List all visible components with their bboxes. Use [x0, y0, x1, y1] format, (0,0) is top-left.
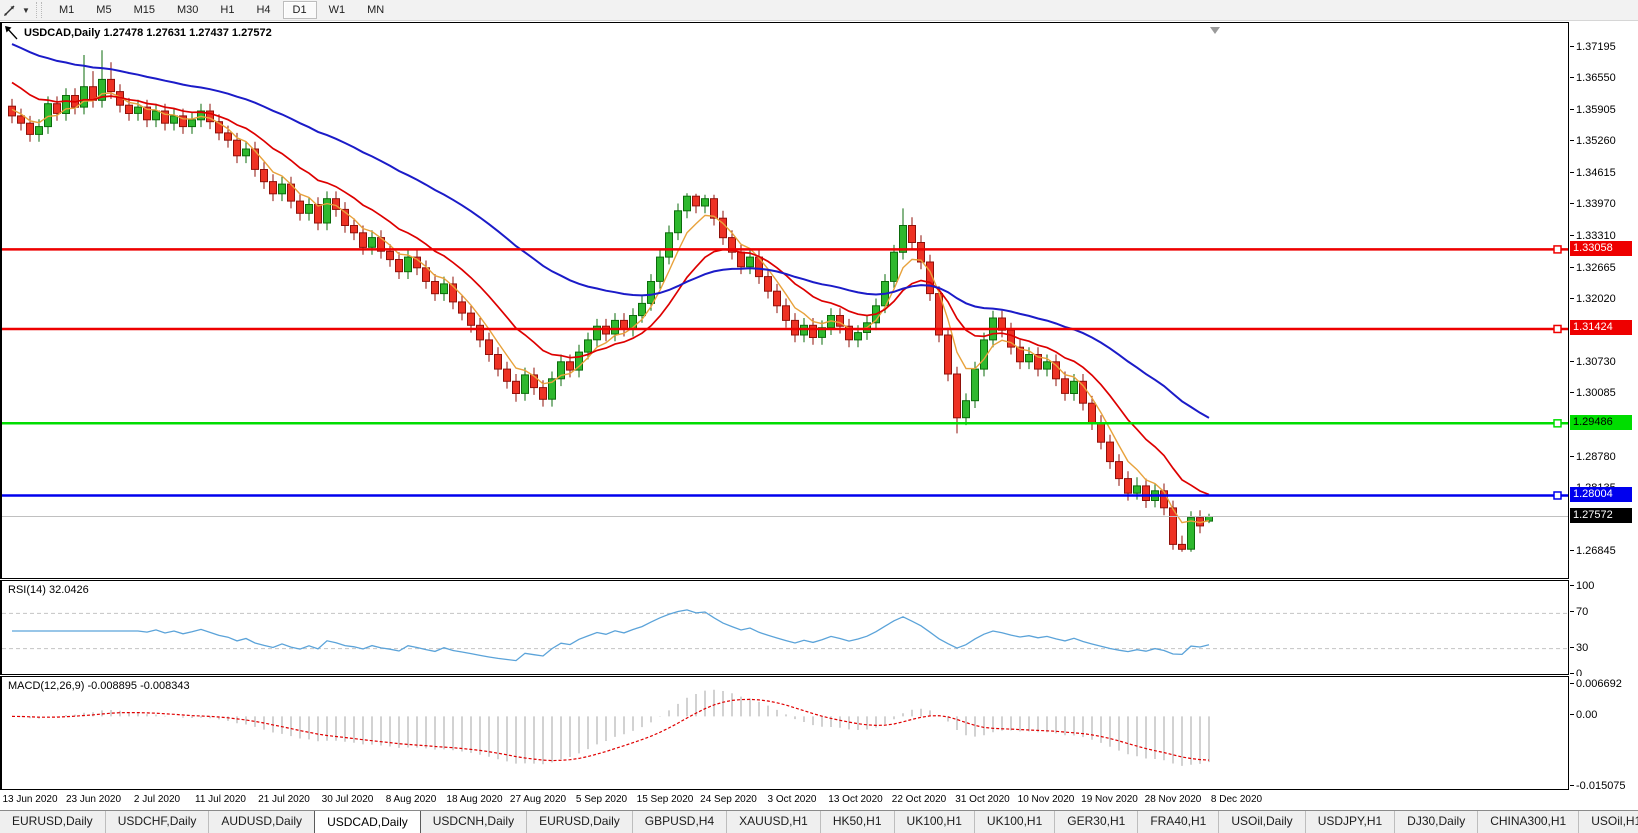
date-label-5: 21 Jul 2020 [258, 794, 310, 805]
fast-ma-line [12, 93, 1209, 523]
tab-dj30-daily[interactable]: DJ30,Daily [1394, 811, 1477, 833]
price-tick-1.32665: 1.32665 [1576, 262, 1616, 274]
hline-handle-1.33058[interactable] [1554, 246, 1561, 253]
tab-uk100-h1[interactable]: UK100,H1 [974, 811, 1054, 833]
timeframe-button-mn[interactable]: MN [357, 1, 394, 19]
price-tick-1.30085: 1.30085 [1576, 387, 1616, 399]
hline-handle-1.31424[interactable] [1554, 325, 1561, 332]
price-tick-1.33970: 1.33970 [1576, 198, 1616, 210]
price-axis[interactable]: 1.37195 1.36550 1.35905 1.35260 1.34615 1.339… [1569, 22, 1638, 579]
rsi-panel[interactable]: RSI(14) 32.0426 [0, 580, 1569, 675]
date-label-8: 18 Aug 2020 [446, 794, 502, 805]
hline-handle-1.29486[interactable] [1554, 420, 1561, 427]
current-price-badge: 1.27572 [1570, 508, 1632, 523]
date-label-4: 11 Jul 2020 [195, 794, 246, 805]
toolbar-grip[interactable] [36, 2, 42, 18]
tab-eurusd-daily[interactable]: EURUSD,Daily [0, 811, 105, 833]
macd-label: MACD(12,26,9) -0.008895 -0.008343 [8, 680, 190, 692]
chart-symbol-period: USDCAD,Daily [24, 27, 100, 39]
date-label-20: 8 Dec 2020 [1211, 794, 1262, 805]
date-label-1: 13 Jun 2020 [2, 794, 57, 805]
chart-tabs-bar: EURUSD,DailyUSDCHF,DailyAUDUSD,DailyUSDC… [0, 810, 1638, 833]
candlestick-series [9, 50, 1213, 552]
rsi-line [12, 610, 1209, 661]
price-tick-1.37195: 1.37195 [1576, 41, 1616, 53]
price-tick-1.30730: 1.30730 [1576, 356, 1616, 368]
chart-ohlc-values: 1.27478 1.27631 1.27437 1.27572 [103, 27, 271, 39]
tab-usdcnh-daily[interactable]: USDCNH,Daily [421, 811, 526, 833]
date-label-9: 27 Aug 2020 [510, 794, 566, 805]
timeframe-button-d1[interactable]: D1 [283, 1, 317, 19]
date-label-2: 23 Jun 2020 [66, 794, 121, 805]
date-label-18: 19 Nov 2020 [1081, 794, 1138, 805]
chart-title: USDCAD,Daily 1.27478 1.27631 1.27437 1.2… [24, 27, 272, 39]
macd-panel[interactable]: MACD(12,26,9) -0.008895 -0.008343 [0, 676, 1569, 790]
rsi-tick-30: 30 [1576, 642, 1588, 654]
price-tick-1.26845: 1.26845 [1576, 545, 1616, 557]
chart-object-arrow-icon [5, 26, 17, 39]
price-tick-1.34615: 1.34615 [1576, 167, 1616, 179]
timeframe-buttons: M1M5M15M30H1H4D1W1MN [48, 4, 395, 16]
time-axis[interactable]: 13 Jun 2020 23 Jun 2020 2 Jul 2020 11 Jul 2… [0, 791, 1638, 810]
timeframe-button-h4[interactable]: H4 [246, 1, 280, 19]
date-label-19: 28 Nov 2020 [1145, 794, 1202, 805]
tab-usdchf-daily[interactable]: USDCHF,Daily [105, 811, 209, 833]
rsi-label: RSI(14) 32.0426 [8, 584, 89, 596]
timeframe-button-m5[interactable]: M5 [86, 1, 121, 19]
rsi-axis: 10070300 [1569, 580, 1638, 675]
tab-usdcad-daily[interactable]: USDCAD,Daily [314, 810, 421, 833]
tab-hk50-h1[interactable]: HK50,H1 [820, 811, 894, 833]
macd-axis: 0.0066920.00-0.015075 [1569, 676, 1638, 790]
date-label-6: 30 Jul 2020 [322, 794, 374, 805]
timeframe-button-m1[interactable]: M1 [49, 1, 84, 19]
chart-shift-marker[interactable] [1210, 27, 1220, 34]
rsi-tick-100: 100 [1576, 580, 1594, 592]
date-label-17: 10 Nov 2020 [1018, 794, 1075, 805]
price-tick-1.32020: 1.32020 [1576, 293, 1616, 305]
tab-gbpusd-h4[interactable]: GBPUSD,H4 [632, 811, 726, 833]
price-tick-1.28780: 1.28780 [1576, 451, 1616, 463]
date-label-12: 24 Sep 2020 [700, 794, 757, 805]
level-badge-1.33058: 1.33058 [1570, 241, 1632, 256]
date-label-16: 31 Oct 2020 [955, 794, 1009, 805]
tab-china300-h1[interactable]: CHINA300,H1 [1477, 811, 1578, 833]
timeframe-toolbar: ▼ M1M5M15M30H1H4D1W1MN [0, 0, 1638, 21]
date-label-13: 3 Oct 2020 [768, 794, 817, 805]
timeframe-button-h1[interactable]: H1 [210, 1, 244, 19]
mt4-window: ▼ M1M5M15M30H1H4D1W1MN USDCAD,Daily 1.27… [0, 0, 1638, 833]
date-label-3: 2 Jul 2020 [134, 794, 180, 805]
date-label-15: 22 Oct 2020 [892, 794, 946, 805]
price-tick-1.35905: 1.35905 [1576, 104, 1616, 116]
tab-eurusd-daily[interactable]: EURUSD,Daily [526, 811, 632, 833]
tab-fra40-h1[interactable]: FRA40,H1 [1137, 811, 1218, 833]
date-label-10: 5 Sep 2020 [576, 794, 627, 805]
timeframe-button-m30[interactable]: M30 [167, 1, 208, 19]
macd-tick-0.00: 0.00 [1576, 709, 1597, 721]
price-tick-1.35260: 1.35260 [1576, 135, 1616, 147]
price-chart-panel[interactable]: USDCAD,Daily 1.27478 1.27631 1.27437 1.2… [0, 22, 1569, 579]
macd-tick-0.006692: 0.006692 [1576, 678, 1622, 690]
tab-xauusd-h1[interactable]: XAUUSD,H1 [726, 811, 820, 833]
date-label-7: 8 Aug 2020 [386, 794, 437, 805]
timeframe-button-w1[interactable]: W1 [319, 1, 356, 19]
tab-uk100-h1[interactable]: UK100,H1 [894, 811, 974, 833]
tab-usoil-h1[interactable]: USOil,H1 [1578, 811, 1638, 833]
macd-histogram [12, 690, 1209, 766]
tab-ger30-h1[interactable]: GER30,H1 [1054, 811, 1137, 833]
date-label-14: 13 Oct 2020 [828, 794, 882, 805]
level-badge-1.28004: 1.28004 [1570, 487, 1632, 502]
timeframe-button-m15[interactable]: M15 [124, 1, 165, 19]
tab-usoil-daily[interactable]: USOil,Daily [1218, 811, 1304, 833]
date-label-11: 15 Sep 2020 [637, 794, 694, 805]
tool-dropdown-caret-icon[interactable]: ▼ [20, 6, 32, 15]
price-tick-1.36550: 1.36550 [1576, 72, 1616, 84]
tab-usdjpy-h1[interactable]: USDJPY,H1 [1305, 811, 1394, 833]
level-badge-1.29486: 1.29486 [1570, 415, 1632, 430]
crosshair-tool-icon[interactable] [0, 1, 20, 19]
medium-ma-line [12, 83, 1209, 495]
hline-handle-1.28004[interactable] [1554, 492, 1561, 499]
rsi-tick-70: 70 [1576, 606, 1588, 618]
tab-audusd-daily[interactable]: AUDUSD,Daily [208, 811, 314, 833]
level-badge-1.31424: 1.31424 [1570, 320, 1632, 335]
